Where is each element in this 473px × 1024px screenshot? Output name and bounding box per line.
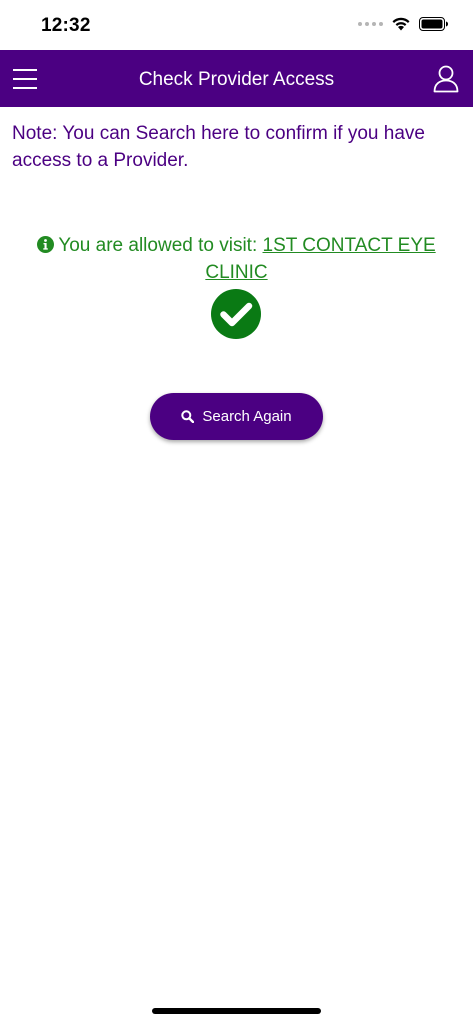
check-circle-icon bbox=[211, 289, 261, 339]
nav-bar: Check Provider Access bbox=[0, 50, 473, 107]
profile-button[interactable] bbox=[433, 65, 459, 93]
home-indicator[interactable] bbox=[152, 1008, 321, 1014]
access-result: You are allowed to visit: 1ST CONTACT EY… bbox=[30, 232, 443, 286]
search-icon bbox=[181, 410, 195, 423]
user-profile-icon bbox=[433, 65, 459, 93]
search-note: Note: You can Search here to confirm if … bbox=[12, 123, 425, 171]
page-title: Check Provider Access bbox=[138, 69, 335, 90]
search-again-label: Search Again bbox=[202, 408, 292, 425]
cellular-signal-icon bbox=[358, 21, 383, 26]
status-bar: 12:32 bbox=[0, 0, 473, 50]
wifi-icon bbox=[392, 17, 410, 31]
status-time: 12:32 bbox=[41, 15, 91, 36]
result-prefix: You are allowed to visit: bbox=[58, 235, 258, 256]
info-circle-icon bbox=[37, 236, 55, 253]
battery-icon bbox=[419, 16, 448, 31]
search-again-button[interactable]: Search Again bbox=[150, 393, 323, 440]
status-icons bbox=[358, 16, 449, 31]
